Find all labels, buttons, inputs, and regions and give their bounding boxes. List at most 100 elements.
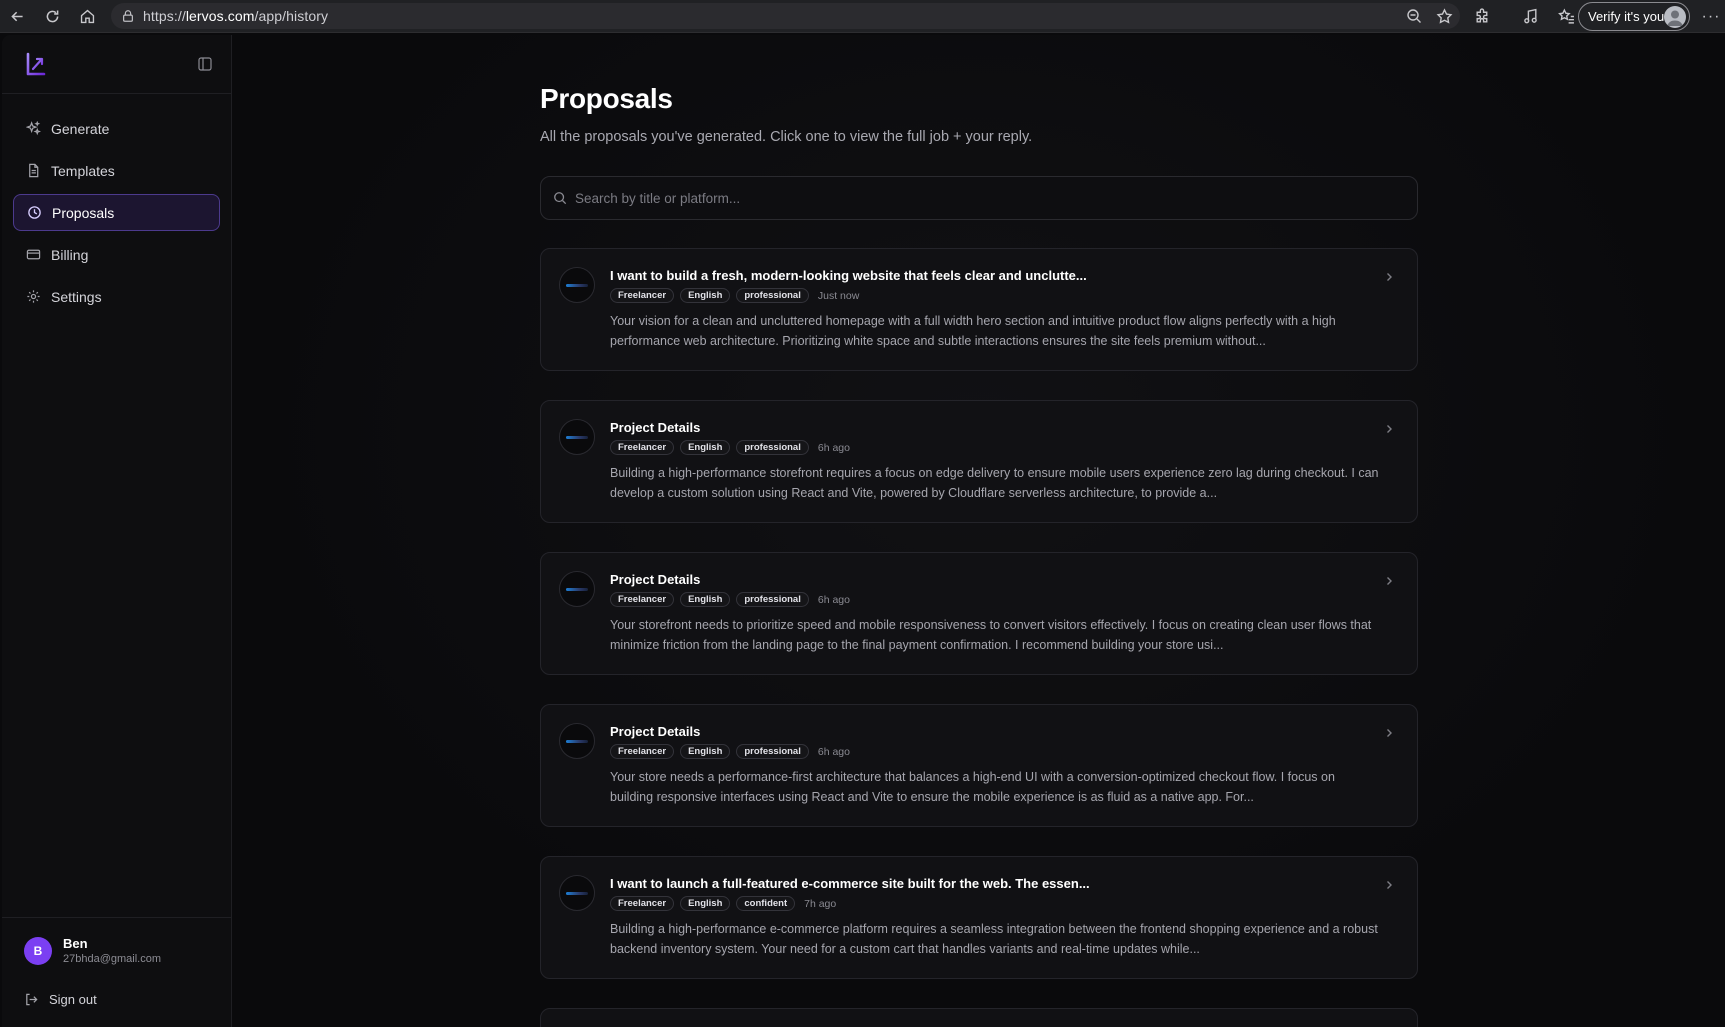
tone-tag: professional (736, 592, 809, 607)
back-button[interactable] (0, 0, 35, 33)
sidebar-item-settings[interactable]: Settings (13, 278, 220, 315)
favorites-button[interactable] (1554, 5, 1578, 29)
proposal-card[interactable]: Project Details Freelancer English profe… (540, 552, 1418, 675)
sidebar-item-label: Generate (51, 120, 110, 137)
sidebar-header (2, 35, 231, 94)
url-text: https://lervos.com/app/history (143, 8, 328, 24)
sidebar-item-label: Billing (51, 246, 89, 263)
profile-avatar-icon (1664, 6, 1686, 28)
proposal-title: I want to build a fresh, modern-looking … (610, 268, 1087, 283)
sidebar-item-proposals[interactable]: Proposals (13, 194, 220, 231)
platform-tag: Freelancer (610, 592, 675, 607)
sidebar-item-label: Settings (51, 288, 102, 305)
sparkles-icon (26, 121, 41, 136)
proposal-meta: Freelancer English confident 7h ago (610, 896, 836, 911)
puzzle-icon (1475, 8, 1487, 23)
proposal-card[interactable]: Project Details Freelancer English profe… (540, 400, 1418, 523)
proposal-time: 6h ago (817, 593, 850, 606)
sign-out-button[interactable]: Sign out (24, 992, 97, 1007)
reload-button[interactable] (35, 0, 70, 33)
more-menu-button[interactable]: ··· (1697, 0, 1725, 33)
platform-tag: Freelancer (610, 744, 675, 759)
sidebar-item-label: Proposals (52, 204, 115, 221)
proposal-time: 6h ago (817, 441, 850, 454)
app-window: Generate Templates Proposals Billing Set… (2, 35, 1725, 1027)
platform-logo-icon (559, 723, 595, 759)
page-subtitle: All the proposals you've generated. Clic… (540, 129, 1033, 145)
avatar: B (24, 936, 52, 965)
proposal-time: 7h ago (804, 897, 837, 910)
more-dots-icon: ··· (1701, 7, 1721, 25)
proposal-excerpt: Your store needs a performance-first arc… (610, 770, 1335, 804)
search-input[interactable] (575, 190, 1395, 206)
gear-icon (27, 290, 40, 303)
user-email: 27bhda@gmail.com (63, 953, 161, 965)
clock-icon (28, 206, 41, 219)
proposal-meta: Freelancer English professional Just now (610, 288, 859, 303)
arrow-left-icon (11, 11, 23, 21)
sidebar-nav: Generate Templates Proposals Billing Set… (2, 94, 231, 315)
sidebar-item-label: Templates (51, 162, 115, 179)
proposal-card[interactable] (540, 1008, 1418, 1027)
home-icon (80, 9, 95, 23)
platform-tag: Freelancer (610, 896, 675, 911)
tone-tag: professional (736, 288, 809, 303)
star-icon (1436, 7, 1452, 24)
favorite-button[interactable] (1434, 6, 1454, 26)
platform-logo-icon (559, 875, 595, 911)
sidebar-item-templates[interactable]: Templates (13, 152, 220, 189)
sidebar-collapse-icon[interactable] (198, 57, 212, 71)
page-title: Proposals (540, 83, 673, 114)
chevron-right-icon (1387, 273, 1392, 281)
proposal-meta: Freelancer English professional 6h ago (610, 592, 850, 607)
tone-tag: professional (736, 440, 809, 455)
language-tag: English (680, 440, 731, 455)
user-name: Ben (63, 936, 88, 951)
proposal-title: Project Details (610, 724, 701, 739)
platform-logo-icon (559, 419, 595, 455)
platform-tag: Freelancer (610, 440, 675, 455)
language-tag: English (680, 896, 731, 911)
verify-profile-button[interactable]: Verify it's you (1578, 2, 1690, 31)
chevron-right-icon (1387, 881, 1392, 889)
proposal-card[interactable]: Project Details Freelancer English profe… (540, 704, 1418, 827)
extensions-button[interactable] (1470, 5, 1494, 29)
lock-icon (123, 10, 133, 22)
logo-icon (26, 52, 46, 76)
url-prefix: https:// (143, 8, 186, 24)
user-profile[interactable]: B Ben 27bhda@gmail.com (24, 936, 161, 965)
platform-logo-icon (559, 267, 595, 303)
tone-tag: confident (736, 896, 796, 911)
proposal-card[interactable]: I want to build a fresh, modern-looking … (540, 248, 1418, 371)
proposal-meta: Freelancer English professional 6h ago (610, 440, 850, 455)
sign-out-label: Sign out (49, 992, 97, 1007)
address-bar[interactable]: https://lervos.com/app/history (111, 3, 1460, 29)
proposal-card[interactable]: I want to launch a full-featured e-comme… (540, 856, 1418, 979)
home-button[interactable] (70, 0, 105, 33)
verify-label: Verify it's you (1588, 9, 1665, 24)
sidebar: Generate Templates Proposals Billing Set… (2, 35, 232, 1027)
main-content: Proposals All the proposals you've gener… (232, 35, 1725, 1027)
chevron-right-icon (1387, 425, 1392, 433)
reload-icon (46, 10, 59, 22)
proposal-time: Just now (817, 289, 860, 302)
sidebar-item-billing[interactable]: Billing (13, 236, 220, 273)
chevron-right-icon (1387, 577, 1392, 585)
browser-toolbar: https://lervos.com/app/history Verify it… (0, 0, 1725, 33)
media-button[interactable] (1518, 5, 1542, 29)
search-icon (554, 192, 567, 205)
platform-tag: Freelancer (610, 288, 675, 303)
sidebar-item-generate[interactable]: Generate (13, 110, 220, 147)
language-tag: English (680, 288, 731, 303)
proposal-list: I want to build a fresh, modern-looking … (540, 248, 1418, 1027)
proposal-excerpt: Your storefront needs to prioritize spee… (610, 618, 1372, 652)
proposal-title: Project Details (610, 572, 701, 587)
url-path: /app/history (254, 8, 329, 24)
language-tag: English (680, 592, 731, 607)
zoom-button[interactable] (1404, 6, 1424, 26)
search-box (540, 176, 1418, 220)
music-note-icon (1523, 8, 1537, 24)
chevron-right-icon (1387, 729, 1392, 737)
proposal-title: Project Details (610, 420, 701, 435)
proposal-title: I want to launch a full-featured e-comme… (610, 876, 1090, 891)
